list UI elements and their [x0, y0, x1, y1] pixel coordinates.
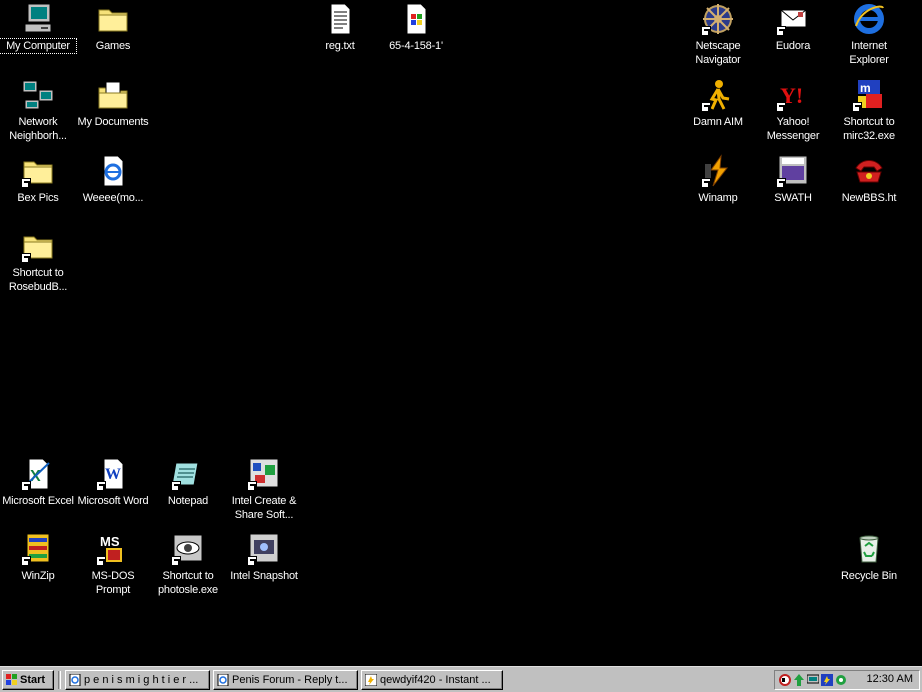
taskbar-separator	[58, 671, 61, 689]
desktop-icon-internet-explorer[interactable]: Internet Explorer	[831, 2, 907, 67]
desktop-icon-newbbs[interactable]: NewBBS.ht	[831, 154, 907, 205]
shortcut-arrow-icon	[96, 556, 106, 566]
shortcut-arrow-icon	[21, 481, 31, 491]
taskbar: Start p e n i s m i g h t i e r ... Peni…	[0, 666, 922, 692]
desktop-icon-rosebud[interactable]: Shortcut to RosebudB...	[0, 229, 76, 294]
svg-text:m: m	[860, 81, 871, 95]
desktop-icon-mirc[interactable]: m Shortcut to mirc32.exe	[831, 78, 907, 143]
monitor-icon[interactable]	[807, 674, 819, 686]
desktop-icon-photosle[interactable]: Shortcut to photosle.exe	[150, 532, 226, 597]
desktop-icon-ms-dos-prompt[interactable]: MS MS-DOS Prompt	[75, 532, 151, 597]
shortcut-arrow-icon	[701, 26, 711, 36]
desktop-icon-yahoo-messenger[interactable]: Y! Yahoo! Messenger	[755, 78, 831, 143]
svg-text:W: W	[105, 466, 121, 483]
desktop-icon-intel-create-share[interactable]: Intel Create & Share Soft...	[226, 457, 302, 522]
shortcut-arrow-icon	[776, 26, 786, 36]
shortcut-arrow-icon	[171, 481, 181, 491]
network-icon[interactable]	[793, 674, 805, 686]
shortcut-arrow-icon	[776, 102, 786, 112]
shortcut-arrow-icon	[171, 556, 181, 566]
system-icon[interactable]	[835, 674, 847, 686]
shortcut-arrow-icon	[96, 481, 106, 491]
ie-page-icon	[69, 674, 81, 686]
recycle-bin-icon	[859, 535, 879, 563]
shortcut-arrow-icon	[776, 178, 786, 188]
desktop-icon-games[interactable]: Games	[75, 2, 151, 53]
desktop-icon-65-4-158[interactable]: 65-4-158-1'	[378, 2, 454, 53]
desktop: My Computer Games reg.txt 65-4-158-1' Ne…	[0, 0, 922, 666]
task-button-instant-message[interactable]: qewdyif420 - Instant ...	[361, 670, 503, 690]
ie-document-icon	[103, 155, 124, 187]
folder-icon	[98, 9, 128, 32]
desktop-icon-microsoft-word[interactable]: W Microsoft Word	[75, 457, 151, 508]
clock[interactable]: 12:30 AM	[867, 673, 913, 685]
my-computer-icon	[24, 3, 52, 33]
aim-tray-icon[interactable]	[821, 674, 833, 686]
desktop-icon-network-neighborhood[interactable]: Network Neighborh...	[0, 78, 76, 143]
desktop-icon-reg-txt[interactable]: reg.txt	[302, 2, 378, 53]
desktop-icon-swath[interactable]: SWATH	[755, 154, 831, 205]
shortcut-arrow-icon	[21, 253, 31, 263]
shortcut-arrow-icon	[21, 178, 31, 188]
desktop-icon-intel-snapshot[interactable]: Intel Snapshot	[226, 532, 302, 583]
desktop-icon-recycle-bin[interactable]: Recycle Bin	[831, 532, 907, 583]
shortcut-arrow-icon	[701, 178, 711, 188]
desktop-icon-weeee[interactable]: Weeee(mo...	[75, 154, 151, 205]
desktop-icon-bex-pics[interactable]: Bex Pics	[0, 154, 76, 205]
start-button[interactable]: Start	[2, 670, 54, 690]
desktop-icon-microsoft-excel[interactable]: X Microsoft Excel	[0, 457, 76, 508]
internet-explorer-icon	[854, 4, 884, 34]
volume-icon[interactable]	[779, 674, 791, 686]
task-label: p e n i s m i g h t i e r ...	[84, 674, 199, 686]
windows-file-icon	[406, 3, 427, 35]
ie-page-icon	[217, 674, 229, 686]
svg-text:MS: MS	[100, 534, 120, 549]
desktop-icon-damn-aim[interactable]: Damn AIM	[680, 78, 756, 129]
task-button-penis-forum[interactable]: Penis Forum - Reply t...	[213, 670, 358, 690]
task-button-penis-mightier[interactable]: p e n i s m i g h t i e r ...	[65, 670, 210, 690]
shortcut-arrow-icon	[21, 556, 31, 566]
aim-chat-icon	[365, 674, 377, 686]
windows-logo-icon	[6, 674, 17, 685]
shortcut-arrow-icon	[247, 556, 257, 566]
network-neighborhood-icon	[22, 80, 54, 110]
telephone-icon	[855, 160, 883, 183]
shortcut-arrow-icon	[701, 102, 711, 112]
system-tray: 12:30 AM	[774, 670, 920, 690]
desktop-icon-eudora[interactable]: Eudora	[755, 2, 831, 53]
shortcut-arrow-icon	[247, 481, 257, 491]
desktop-icon-notepad[interactable]: Notepad	[150, 457, 226, 508]
desktop-icon-winamp[interactable]: Winamp	[680, 154, 756, 205]
task-label: Penis Forum - Reply t...	[232, 674, 348, 686]
shortcut-arrow-icon	[852, 102, 862, 112]
my-documents-icon	[98, 81, 128, 109]
desktop-icon-netscape-navigator[interactable]: Netscape Navigator	[680, 2, 756, 67]
desktop-icon-winzip[interactable]: WinZip	[0, 532, 76, 583]
task-label: qewdyif420 - Instant ...	[380, 674, 491, 686]
desktop-icon-my-computer[interactable]: My Computer	[0, 2, 77, 54]
start-label: Start	[20, 674, 46, 686]
text-file-icon	[330, 3, 351, 35]
desktop-icon-my-documents[interactable]: My Documents	[75, 78, 151, 129]
